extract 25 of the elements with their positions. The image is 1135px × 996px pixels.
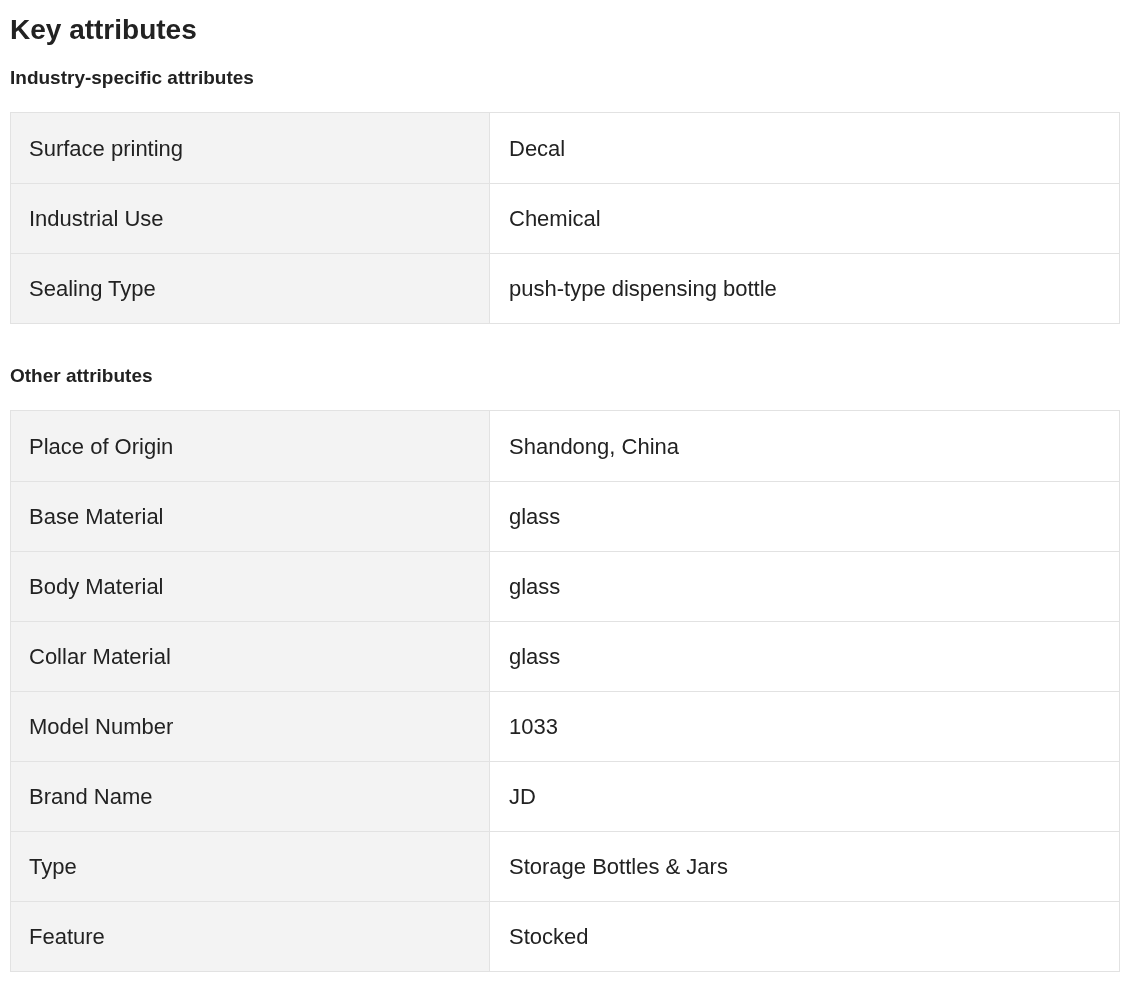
attribute-value-cell-text: Stocked: [508, 923, 590, 951]
attribute-value-cell-text: JD: [508, 783, 537, 811]
attribute-label-cell: Surface printing: [11, 113, 490, 183]
attribute-label-cell: Industrial Use: [11, 184, 490, 253]
attribute-value-cell-text: Storage Bottles & Jars: [508, 853, 729, 881]
attribute-value-cell-text: 1033: [508, 713, 559, 741]
attribute-value-cell-text: push-type dispensing bottle: [508, 275, 778, 303]
attribute-label-cell: Model Number: [11, 692, 490, 761]
attribute-value-cell-text: Shandong, China: [508, 432, 681, 461]
attribute-label-cell: Collar Material: [11, 622, 490, 691]
attribute-value-cell-text: Chemical: [508, 205, 602, 233]
attribute-value-cell-text: glass: [508, 503, 562, 531]
attribute-label-cell: Body Material: [11, 552, 490, 621]
page-title: Key attributes: [10, 13, 197, 47]
attribute-label-cell: Place of Origin: [11, 411, 490, 481]
attribute-value-cell-text: glass: [508, 573, 562, 601]
attribute-label-cell: Type: [11, 832, 490, 901]
section-heading: Industry-specific attributes: [10, 66, 254, 90]
attribute-label-cell: Brand Name: [11, 762, 490, 831]
attribute-value-cell-text: glass: [508, 643, 562, 671]
section-heading: Other attributes: [10, 364, 153, 388]
attribute-value-cell-text: Decal: [508, 134, 567, 163]
attribute-label-cell: Feature: [11, 902, 490, 971]
attribute-label-cell: Sealing Type: [11, 254, 490, 323]
attribute-label-cell: Base Material: [11, 482, 490, 551]
